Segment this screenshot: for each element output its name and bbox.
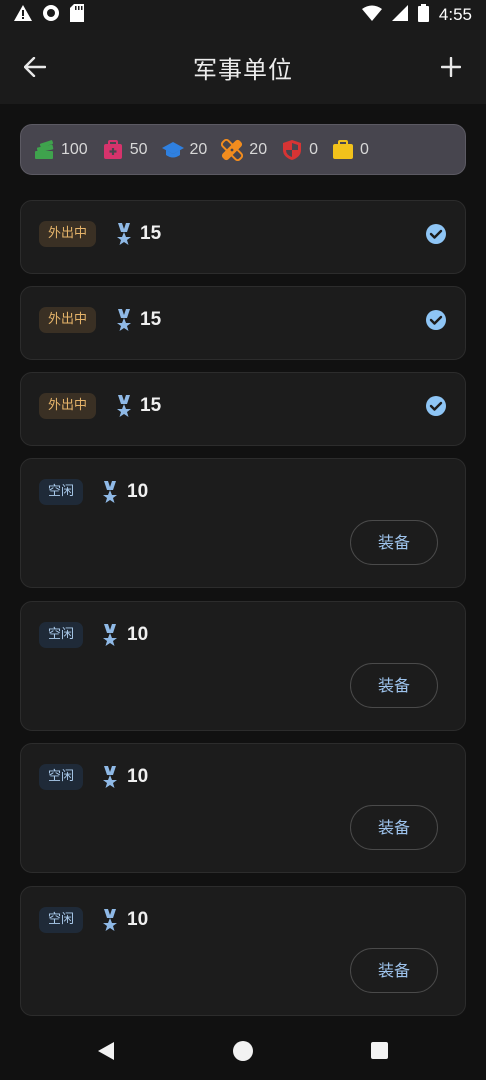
unit-level: 10 bbox=[127, 481, 149, 502]
status-bar: 4:55 bbox=[0, 0, 486, 30]
resource-value: 0 bbox=[309, 140, 318, 158]
warning-icon bbox=[14, 5, 32, 25]
unit-level: 10 bbox=[127, 909, 149, 930]
resource-bar: 100 50 20 20 0 0 bbox=[20, 124, 466, 175]
resource-briefcase: 0 bbox=[332, 139, 369, 161]
signal-icon bbox=[391, 5, 408, 25]
medal-icon bbox=[103, 766, 117, 788]
resource-bandage: 20 bbox=[221, 138, 268, 161]
status-badge: 外出中 bbox=[39, 393, 97, 419]
resource-medkit: 50 bbox=[102, 139, 148, 161]
medal-icon bbox=[103, 624, 117, 646]
unit-level: 10 bbox=[127, 624, 149, 645]
nav-recents-icon[interactable] bbox=[371, 1042, 388, 1059]
arrow-left-icon bbox=[24, 57, 46, 77]
unit-card[interactable]: 空闲 10 装备 bbox=[20, 886, 466, 1016]
unit-card[interactable]: 外出中 15 bbox=[20, 286, 466, 360]
record-icon bbox=[42, 4, 60, 26]
status-badge: 空闲 bbox=[39, 907, 84, 933]
unit-level: 10 bbox=[127, 766, 149, 787]
resource-value: 100 bbox=[61, 140, 88, 158]
page-title: 军事单位 bbox=[193, 55, 293, 84]
equip-button[interactable]: 装备 bbox=[350, 663, 438, 708]
status-badge: 外出中 bbox=[39, 221, 97, 247]
unit-card[interactable]: 外出中 15 bbox=[20, 372, 466, 446]
wifi-icon bbox=[361, 5, 382, 25]
resource-value: 50 bbox=[129, 140, 148, 158]
bandage-icon bbox=[221, 138, 244, 161]
add-unit-button[interactable] bbox=[436, 52, 466, 82]
check-circle-icon bbox=[426, 396, 446, 416]
medal-icon bbox=[117, 309, 131, 331]
graduation-cap-icon bbox=[161, 139, 184, 161]
battery-icon bbox=[417, 4, 429, 26]
app-bar: 军事单位 bbox=[0, 30, 486, 104]
nav-home-icon[interactable] bbox=[233, 1041, 253, 1061]
medal-icon bbox=[103, 909, 117, 931]
unit-level: 15 bbox=[140, 309, 162, 330]
unit-card[interactable]: 外出中 15 bbox=[20, 200, 466, 274]
status-badge: 空闲 bbox=[39, 479, 84, 505]
briefcase-icon bbox=[332, 139, 354, 161]
equip-button[interactable]: 装备 bbox=[350, 948, 438, 993]
status-badge: 空闲 bbox=[39, 622, 84, 648]
equip-button[interactable]: 装备 bbox=[350, 520, 438, 565]
nav-back-icon[interactable] bbox=[96, 1041, 116, 1061]
status-badge: 空闲 bbox=[39, 764, 84, 790]
resource-value: 20 bbox=[189, 140, 208, 158]
money-icon bbox=[33, 139, 55, 161]
medal-icon bbox=[103, 481, 117, 503]
status-time: 4:55 bbox=[438, 5, 472, 24]
back-button[interactable] bbox=[20, 52, 50, 82]
shield-icon bbox=[281, 139, 303, 161]
unit-level: 15 bbox=[140, 223, 162, 244]
unit-card[interactable]: 空闲 10 装备 bbox=[20, 743, 466, 873]
status-badge: 外出中 bbox=[39, 307, 97, 333]
check-circle-icon bbox=[426, 224, 446, 244]
sd-card-icon bbox=[70, 4, 84, 26]
plus-icon bbox=[441, 57, 461, 77]
check-circle-icon bbox=[426, 310, 446, 330]
medkit-icon bbox=[102, 139, 124, 161]
resource-value: 20 bbox=[249, 140, 268, 158]
resource-value: 0 bbox=[360, 140, 369, 158]
medal-icon bbox=[117, 223, 131, 245]
unit-card[interactable]: 空闲 10 装备 bbox=[20, 458, 466, 588]
resource-education: 20 bbox=[161, 139, 208, 161]
system-nav-bar bbox=[0, 1022, 486, 1080]
unit-level: 15 bbox=[140, 395, 162, 416]
unit-card[interactable]: 空闲 10 装备 bbox=[20, 601, 466, 731]
resource-shield: 0 bbox=[281, 139, 318, 161]
equip-button[interactable]: 装备 bbox=[350, 805, 438, 850]
resource-money: 100 bbox=[33, 139, 88, 161]
medal-icon bbox=[117, 395, 131, 417]
